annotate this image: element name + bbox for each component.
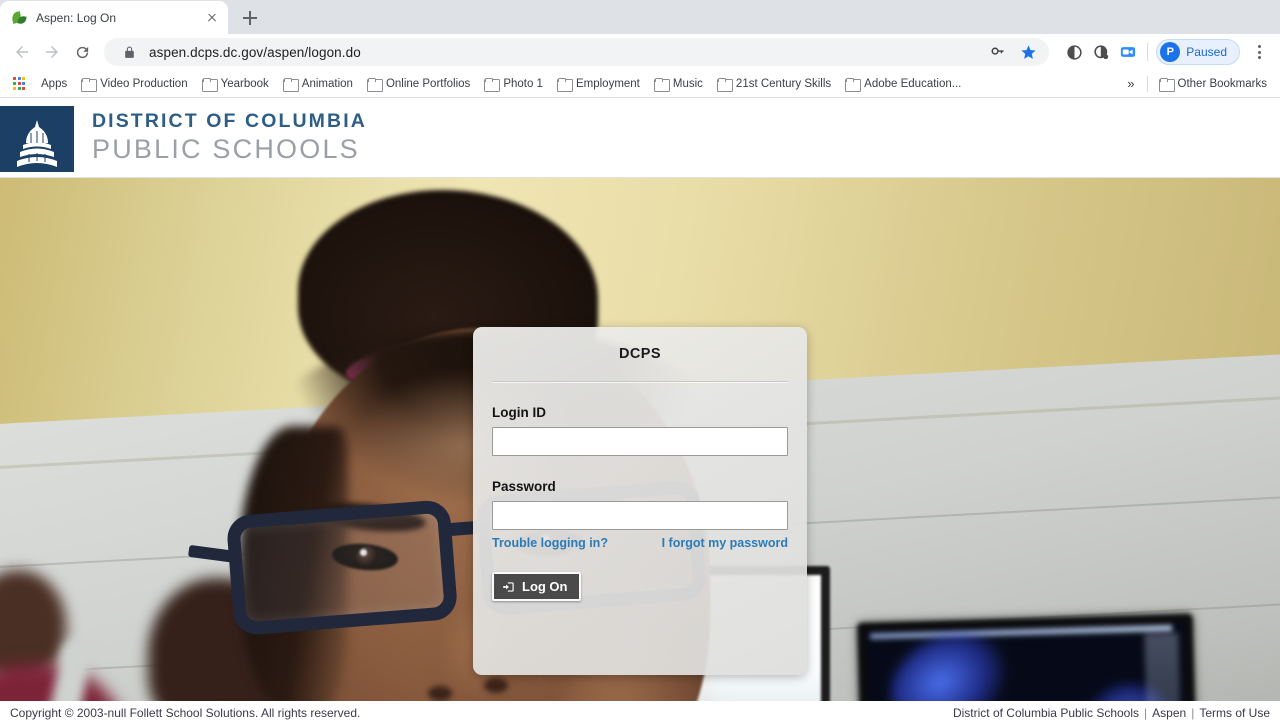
folder-icon — [556, 77, 573, 92]
copyright-text: Copyright © 2003-null Follett School Sol… — [10, 705, 361, 720]
folder-icon — [716, 77, 733, 92]
bookmark-yearbook[interactable]: Yearbook — [195, 73, 276, 95]
bookmarks-divider — [1146, 75, 1148, 92]
plus-icon[interactable] — [236, 4, 264, 32]
back-arrow-icon[interactable] — [8, 38, 36, 66]
login-panel: DCPS Login ID Password Trouble logging i… — [473, 327, 807, 675]
close-icon[interactable] — [204, 10, 220, 26]
site-logo-text: DISTRICT OF COLUMBIA PUBLIC SCHOOLS — [92, 110, 367, 165]
aspen-leaf-icon — [10, 10, 28, 26]
bookmark-animation[interactable]: Animation — [276, 73, 360, 95]
folder-icon — [653, 77, 670, 92]
bookmark-label: Yearbook — [220, 77, 269, 90]
profile-label: Paused — [1186, 45, 1227, 59]
bookmark-label: 21st Century Skills — [735, 77, 832, 90]
site-footer: Copyright © 2003-null Follett School Sol… — [0, 701, 1280, 720]
dc-capitol-dome-icon — [0, 105, 74, 172]
panel-divider — [492, 381, 788, 382]
logo-line-1: DISTRICT OF COLUMBIA — [92, 110, 367, 132]
folder-icon — [201, 77, 218, 92]
url-text: aspen.dcps.dc.gov/aspen/logon.do — [149, 44, 361, 60]
footer-link-district[interactable]: District of Columbia Public Schools — [953, 706, 1139, 720]
password-label: Password — [492, 479, 556, 494]
folder-icon — [282, 77, 299, 92]
help-links-row: Trouble logging in? I forgot my password — [492, 536, 788, 550]
bookmark-label: Music — [672, 77, 703, 90]
bookmark-video-production[interactable]: Video Production — [74, 73, 194, 95]
bookmark-21st-century-skills[interactable]: 21st Century Skills — [710, 73, 838, 95]
avatar: P — [1160, 42, 1181, 62]
browser-toolbar: aspen.dcps.dc.gov/aspen/logon.do P Pause… — [0, 34, 1280, 70]
tab-strip: Aspen: Log On — [0, 0, 1280, 34]
bookmark-label: Online Portfolios — [385, 77, 471, 90]
trouble-logging-in-link[interactable]: Trouble logging in? — [492, 536, 608, 550]
video-extension-icon[interactable] — [1117, 41, 1139, 63]
footer-link-aspen[interactable]: Aspen — [1152, 706, 1186, 720]
capitol-dome-svg — [17, 119, 57, 167]
bookmarks-bar: Apps Video Production Yearbook Animation… — [0, 70, 1280, 98]
logo-line-2: PUBLIC SCHOOLS — [92, 134, 360, 164]
extension-icon-1[interactable] — [1063, 41, 1085, 63]
browser-window: Aspen: Log On aspen.dcps.dc.gov/aspen/lo… — [0, 0, 1280, 720]
site-header: DISTRICT OF COLUMBIA PUBLIC SCHOOLS — [0, 98, 1280, 178]
apps-grid-icon[interactable] — [6, 73, 32, 95]
bookmark-label: Photo 1 — [503, 77, 543, 90]
bookmark-label: Apps — [41, 77, 68, 90]
forgot-password-link[interactable]: I forgot my password — [662, 536, 788, 550]
browser-tab-aspen[interactable]: Aspen: Log On — [0, 1, 228, 34]
folder-icon — [845, 77, 862, 92]
panel-title: DCPS — [619, 346, 661, 362]
bookmark-apps[interactable]: Apps — [34, 73, 74, 95]
bookmark-employment[interactable]: Employment — [550, 73, 647, 95]
bookmarks-overflow-button[interactable]: » — [1119, 76, 1142, 91]
lock-icon — [118, 41, 140, 63]
bookmark-label: Employment — [575, 77, 640, 90]
profile-chip[interactable]: P Paused — [1156, 39, 1240, 65]
kebab-menu-icon[interactable] — [1246, 39, 1272, 65]
reload-icon[interactable] — [68, 38, 96, 66]
extension-icons — [1057, 41, 1139, 63]
folder-icon — [81, 77, 98, 92]
bookmark-online-portfolios[interactable]: Online Portfolios — [360, 73, 477, 95]
folder-icon — [366, 77, 383, 92]
login-id-input[interactable] — [492, 427, 788, 456]
folder-icon — [1158, 77, 1175, 92]
footer-separator: | — [1144, 705, 1148, 720]
bookmark-other-bookmarks[interactable]: Other Bookmarks — [1152, 73, 1274, 95]
extension-icon-2[interactable] — [1090, 41, 1112, 63]
footer-separator: | — [1191, 705, 1195, 720]
bookmark-music[interactable]: Music — [647, 73, 710, 95]
login-id-label: Login ID — [492, 405, 546, 420]
sign-in-arrow-icon — [502, 580, 516, 594]
log-on-button[interactable]: Log On — [492, 572, 581, 601]
bookmark-label: Other Bookmarks — [1177, 77, 1267, 90]
bookmark-label: Video Production — [100, 77, 188, 90]
footer-links: District of Columbia Public Schools | As… — [953, 706, 1270, 720]
bookmark-label: Animation — [301, 77, 353, 90]
bookmark-label: Adobe Education... — [864, 77, 962, 90]
bookmark-photo-1[interactable]: Photo 1 — [477, 73, 550, 95]
footer-link-terms[interactable]: Terms of Use — [1199, 706, 1270, 720]
bookmark-adobe-education[interactable]: Adobe Education... — [838, 73, 968, 95]
star-filled-icon[interactable] — [1017, 41, 1039, 63]
forward-arrow-icon[interactable] — [38, 38, 66, 66]
page-content: DISTRICT OF COLUMBIA PUBLIC SCHOOLS DCPS… — [0, 98, 1280, 720]
toolbar-divider — [1147, 43, 1149, 61]
tab-title: Aspen: Log On — [36, 10, 117, 25]
log-on-label: Log On — [522, 579, 568, 594]
password-input[interactable] — [492, 501, 788, 530]
key-icon[interactable] — [985, 41, 1007, 63]
folder-icon — [484, 77, 501, 92]
address-bar[interactable]: aspen.dcps.dc.gov/aspen/logon.do — [104, 38, 1050, 66]
photo-imac — [856, 613, 1199, 701]
